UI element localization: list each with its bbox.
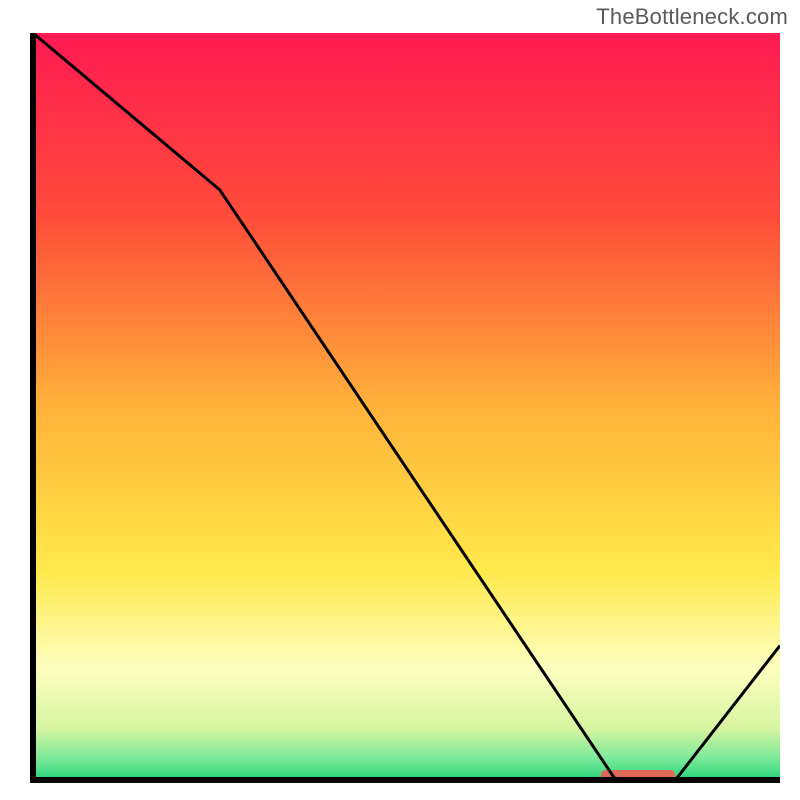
plot-background [33, 33, 780, 780]
watermark-text: TheBottleneck.com [596, 4, 788, 30]
bottleneck-chart [0, 0, 800, 800]
